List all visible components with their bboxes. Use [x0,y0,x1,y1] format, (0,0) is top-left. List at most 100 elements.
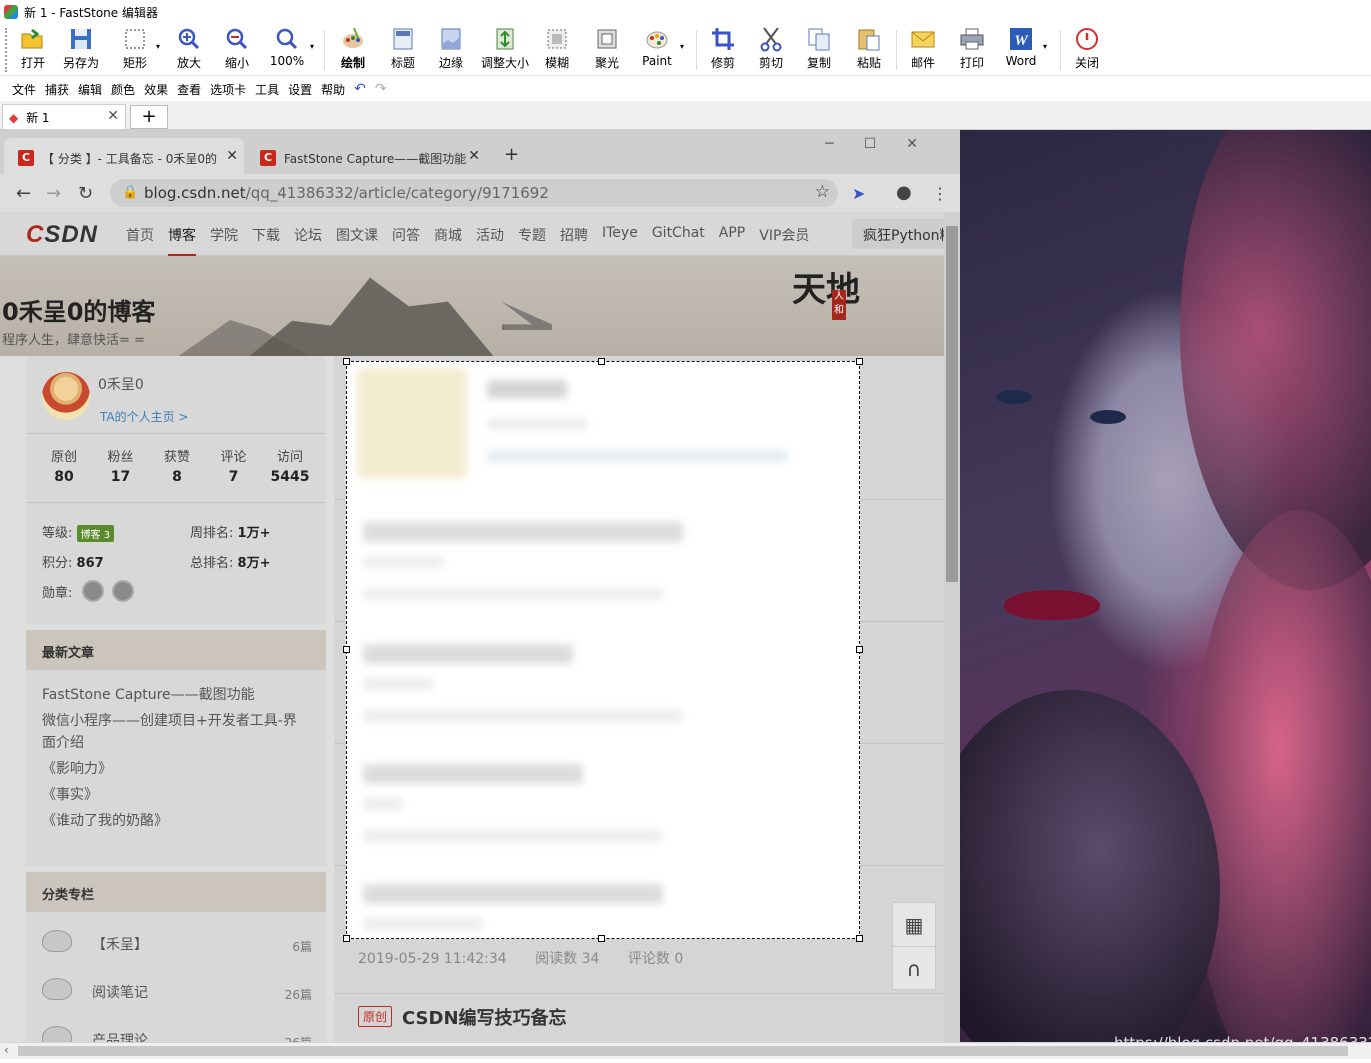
menu-file[interactable]: 文件 [12,81,36,98]
menu-edit[interactable]: 编辑 [78,81,102,98]
document-tab[interactable]: ◆ 新 1 ✕ [2,104,126,129]
resize-button[interactable]: 调整大小 [480,26,530,74]
category-name: 产品理论 [92,1033,148,1042]
menu-color[interactable]: 颜色 [111,81,135,98]
blurred-text [487,418,587,430]
copy-button[interactable]: 复制 [802,26,836,74]
cut-button[interactable]: 剪切 [754,26,788,74]
menu-effects[interactable]: 效果 [144,81,168,98]
profile-card: 0禾呈0 TA的个人主页 > 原创 80 粉丝 17 获赞 8 评论 7 访问 5445 … [26,356,326,624]
category-item: 【禾呈】 6篇 [26,918,326,966]
weekly-rank-label: 周排名: [190,526,234,541]
points-label: 积分: [42,556,73,571]
menu-help[interactable]: 帮助 [321,81,345,98]
csdn-nav-links: 首页 博客 学院 下载 论坛 图文课 问答 商城 活动 专题 招聘 ITeye … [126,225,823,256]
browser-tab-title: 【 分类 】- 工具备忘 - 0禾呈0的 [42,152,218,166]
resize-handle[interactable] [856,646,863,653]
chevron-down-icon[interactable]: ▾ [156,42,160,51]
points-row: 积分: 867 [42,552,104,571]
resize-handle[interactable] [598,358,605,365]
save-as-button[interactable]: 另存为 [62,26,100,74]
resize-icon [496,28,514,50]
nav-link: 学院 [210,228,238,244]
category-count: 26篇 [285,1032,312,1042]
resize-handle[interactable] [856,935,863,942]
selection-rectangle[interactable] [346,361,860,939]
more-vertical-icon: ⋮ [932,184,948,203]
spotlight-button[interactable]: 聚光 [590,26,624,74]
url-host: blog.csdn.net [144,184,246,202]
nav-link-active: 博客 [168,225,196,256]
blog-subtitle: 程序人生，肆意快活= = [2,333,145,348]
chevron-down-icon[interactable]: ▾ [310,42,314,51]
resize-handle[interactable] [343,358,350,365]
nav-link: 招聘 [560,228,588,244]
medals-label: 勋章: [42,586,73,601]
toolbar-separator [896,30,897,70]
zoom-out-button[interactable]: 缩小 [220,26,254,74]
edge-icon [441,28,461,50]
mail-button[interactable]: 邮件 [906,26,940,74]
image-canvas[interactable]: C 【 分类 】- 工具备忘 - 0禾呈0的 ✕ C FastStone Cap… [0,130,1371,1042]
stat-original: 原创 80 [36,446,92,485]
zoom-100-button[interactable]: 100% ▾ [268,26,314,74]
horizontal-scrollbar[interactable]: ‹ [0,1042,1371,1059]
mail-icon [911,31,935,48]
profile-stats: 原创 80 粉丝 17 获赞 8 评论 7 访问 5445 [36,446,318,485]
nav-link: 论坛 [294,228,322,244]
draw-button[interactable]: 绘制 [336,26,370,74]
close-tab-icon[interactable]: ✕ [107,108,119,124]
blurred-thumbnail [357,368,467,478]
toolbar-grip[interactable] [5,28,7,72]
portrait-photo [960,130,1371,1042]
menu-tools[interactable]: 工具 [255,81,279,98]
menu-tabs[interactable]: 选项卡 [210,81,246,98]
resize-handle[interactable] [343,935,350,942]
power-icon [1076,28,1098,50]
undo-icon[interactable]: ↶ [354,81,366,97]
nav-link: 图文课 [336,228,378,244]
resize-handle[interactable] [343,646,350,653]
blurred-text [363,678,433,690]
recent-articles-header: 最新文章 [26,630,326,670]
url-field: 🔒 blog.csdn.net/qq_41386332/article/cate… [110,179,838,207]
open-folder-icon [21,28,43,49]
edge-button[interactable]: 边缘 [434,26,468,74]
stat-likes: 获赞 8 [149,446,205,485]
nav-link: 商城 [434,228,462,244]
print-button[interactable]: 打印 [955,26,989,74]
menu-settings[interactable]: 设置 [288,81,312,98]
total-rank-label: 总排名: [190,556,234,571]
browser-tab-title: FastStone Capture——截图功能 [284,152,467,166]
paste-button[interactable]: 粘贴 [852,26,886,74]
blurred-text [363,918,483,930]
menu-bar: 文件 捕获 编辑 颜色 效果 查看 选项卡 工具 设置 帮助 ↶ ↷ [0,77,1371,101]
redo-icon[interactable]: ↷ [375,81,387,97]
new-tab-button[interactable]: + [130,105,168,129]
zoom-in-button[interactable]: 放大 [172,26,206,74]
paint-button[interactable]: Paint ▾ [638,26,684,74]
chevron-down-icon[interactable]: ▾ [680,42,684,51]
app-logo-icon [4,5,18,19]
categories-header: 分类专栏 [26,872,326,912]
resize-handle[interactable] [598,935,605,942]
open-button[interactable]: 打开 [16,26,50,74]
blurred-text [363,588,663,600]
caption-button[interactable]: 标题 [386,26,420,74]
chevron-down-icon[interactable]: ▾ [1043,42,1047,51]
menu-capture[interactable]: 捕获 [45,81,69,98]
blog-sidebar: 0禾呈0 TA的个人主页 > 原创 80 粉丝 17 获赞 8 评论 7 访问 5445 … [26,356,326,1042]
horizontal-scroll-thumb[interactable] [18,1046,1348,1056]
resize-handle[interactable] [856,358,863,365]
rectangle-select-button[interactable]: 矩形 ▾ [118,26,160,74]
category-icon [42,930,72,952]
lips-shape [1004,590,1100,620]
blur-button[interactable]: 模糊 [540,26,574,74]
crop-button[interactable]: 修剪 [706,26,740,74]
word-button[interactable]: W Word ▾ [1003,26,1047,74]
scroll-left-arrow-icon[interactable]: ‹ [4,1043,9,1057]
close-button[interactable]: 关闭 [1070,26,1104,74]
menu-view[interactable]: 查看 [177,81,201,98]
banner-boat [502,302,552,330]
scissors-icon [760,27,782,52]
